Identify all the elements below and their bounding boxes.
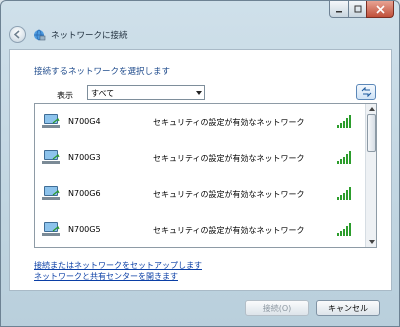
signal-strength-icon [337, 223, 355, 236]
signal-strength-icon [337, 115, 355, 128]
setup-network-link[interactable]: 接続またはネットワークをセットアップします [34, 260, 202, 271]
network-ssid: N700G3 [68, 153, 101, 162]
network-ssid: N700G6 [68, 189, 101, 198]
dialog-footer: 接続(O) キャンセル [1, 292, 399, 327]
back-button[interactable] [9, 26, 26, 43]
close-icon [375, 4, 385, 14]
window-title: ネットワークに接続 [51, 31, 128, 41]
network-center-link[interactable]: ネットワークと共有センターを開きます [34, 271, 178, 282]
signal-strength-icon [337, 151, 355, 164]
navigation-bar: ネットワークに接続 [1, 23, 399, 47]
network-row[interactable]: N700G4 セキュリティの設定が有効なネットワーク [35, 104, 365, 140]
wireless-network-icon [42, 114, 60, 128]
refresh-button[interactable] [356, 84, 376, 100]
wireless-network-icon [42, 222, 60, 236]
network-ssid: N700G5 [68, 225, 101, 234]
scroll-thumb[interactable] [367, 114, 376, 152]
filter-dropdown[interactable]: すべて [87, 85, 205, 100]
page-heading: 接続するネットワークを選択します [34, 67, 171, 77]
scroll-up-icon[interactable] [369, 107, 375, 111]
filter-label: 表示 [57, 91, 73, 100]
network-security: セキュリティの設定が有効なネットワーク [153, 118, 305, 127]
network-security: セキュリティの設定が有効なネットワーク [153, 226, 305, 235]
connect-button[interactable]: 接続(O) [245, 300, 309, 316]
filter-selected-value: すべて [91, 89, 115, 98]
wireless-network-icon [42, 186, 60, 200]
back-arrow-icon [13, 30, 20, 39]
network-globe-icon [34, 29, 46, 41]
vertical-scrollbar[interactable] [365, 104, 376, 247]
cancel-button[interactable]: キャンセル [316, 300, 380, 316]
title-bar [1, 1, 399, 23]
network-row[interactable]: N700G6 セキュリティの設定が有効なネットワーク [35, 176, 365, 212]
signal-strength-icon [337, 187, 355, 200]
network-security: セキュリティの設定が有効なネットワーク [153, 190, 305, 199]
dialog-window: ネットワークに接続 接続するネットワークを選択します 表示 すべて N700G4… [0, 0, 400, 327]
network-row[interactable]: N700G3 セキュリティの設定が有効なネットワーク [35, 140, 365, 176]
network-list: N700G4 セキュリティの設定が有効なネットワーク N700G3 セキュリティ… [34, 103, 377, 248]
maximize-icon [354, 5, 361, 13]
refresh-icon [361, 87, 371, 97]
wireless-network-icon [42, 150, 60, 164]
close-button[interactable] [366, 1, 394, 18]
content-panel: 接続するネットワークを選択します 表示 すべて N700G4 セキュリティの設定… [9, 49, 392, 291]
network-row[interactable]: N700G5 セキュリティの設定が有効なネットワーク [35, 212, 365, 247]
minimize-button[interactable] [329, 1, 349, 18]
scroll-down-icon[interactable] [369, 240, 375, 244]
minimize-icon [336, 11, 342, 13]
maximize-button[interactable] [348, 1, 367, 18]
chevron-down-icon [196, 91, 202, 95]
network-ssid: N700G4 [68, 117, 101, 126]
network-security: セキュリティの設定が有効なネットワーク [153, 154, 305, 163]
